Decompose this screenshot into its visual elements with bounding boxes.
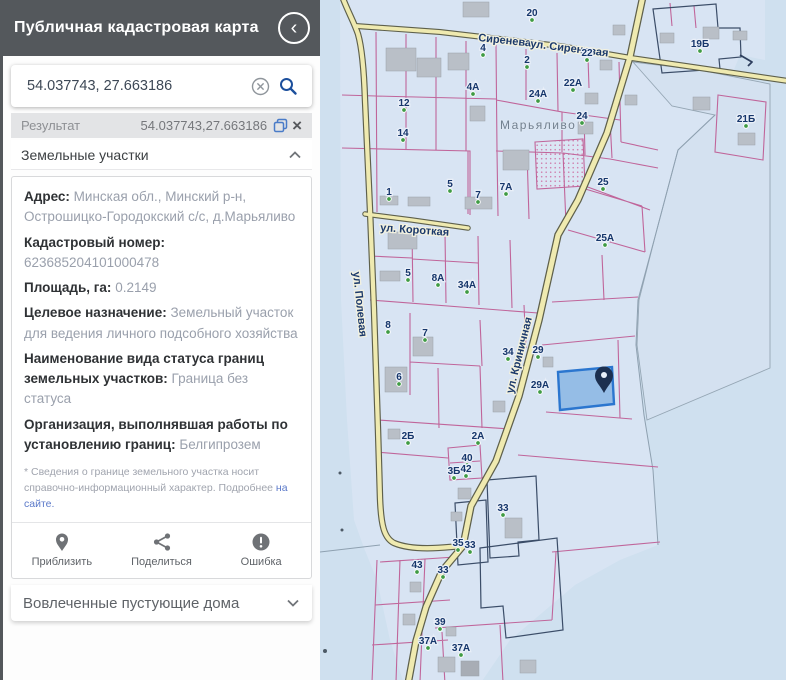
field-label: Целевое назначение: [24,305,167,320]
close-result-button[interactable]: × [290,116,304,136]
place-name-label: Марьяливо [500,118,576,132]
house-number-label: 35 [452,538,464,549]
clear-icon [251,77,270,96]
house-number-label: 25 [597,177,609,188]
hatched-parcel [535,139,585,189]
field-value: Белгипрозем [179,437,260,452]
copy-coordinates-button[interactable] [271,116,290,135]
result-label: Результат [21,118,141,133]
house-number-label: 4A [467,82,480,93]
watermark-letter: B [26,668,71,680]
house-number-label: 22 [581,48,593,59]
house-number-label: 29 [532,345,544,356]
house-number-label: 5 [447,179,453,190]
search-bar [11,65,312,107]
house-number-label: 39 [434,617,446,628]
house-number-label: 21Б [737,114,755,125]
house-number-label: 5 [405,268,411,279]
action-label: Приблизить [32,556,93,568]
house-number-label: 43 [411,560,423,571]
action-label: Поделиться [131,556,192,568]
collapse-panel-button[interactable]: ‹ [278,12,310,44]
action-label: Ошибка [241,556,282,568]
sidebar: Публичная кадастровая карта ‹ Результат … [0,0,320,680]
house-number-label: 2A [472,431,485,442]
house-number-label: 7 [475,190,481,201]
house-number-label: 4 [480,43,486,54]
search-input[interactable] [15,78,247,94]
clear-search-button[interactable] [247,73,274,100]
section-title: Земельные участки [21,147,288,163]
house-number-label: 37A [419,636,437,647]
cadastral-map-app: Публичная кадастровая карта ‹ Результат … [0,0,786,680]
parcel-details-card: Адрес: Минская обл., Минский р-н, Острош… [11,176,312,579]
chevron-down-icon [286,599,300,608]
field-value: 623685204101000478 [24,255,159,270]
house-number-label: 3Б [448,466,461,477]
house-number-label: 19Б [691,39,709,50]
footnote: * Сведения о границе земельного участка … [24,465,299,512]
house-number-label: 24 [576,111,588,122]
house-number-label: 12 [398,98,410,109]
house-number-label: 14 [397,128,409,139]
search-button[interactable] [274,72,302,100]
result-bar: Результат 54.037743,27.663186 × [11,113,312,138]
house-number-label: 7A [500,182,513,193]
house-number-label: 37A [452,643,470,654]
house-number-label: 34 [502,347,514,358]
section-land-parcels[interactable]: Земельные участки [11,140,312,170]
house-number-label: 34A [458,280,476,291]
section-vacant-houses[interactable]: Вовлеченные пустующие дома [11,585,312,621]
app-title: Публичная кадастровая карта [14,19,278,37]
house-number-label: 40 [461,453,473,464]
search-icon [278,76,298,96]
action-buttons: Приблизить Поделиться [12,522,311,578]
field-label: Кадастровый номер: [24,235,165,250]
copy-icon [273,118,288,133]
house-number-label: 8 [385,320,391,331]
house-number-label: 2 [524,55,530,66]
field-organization: Организация, выполнявшая работы по устан… [24,415,299,456]
field-purpose: Целевое назначение: Земельный участок дл… [24,303,299,344]
house-number-label: 1 [386,187,392,198]
field-cadastral-number: Кадастровый номер: 623685204101000478 [24,233,299,274]
house-number-label: 33 [497,503,509,514]
field-label: Площадь, га: [24,280,111,295]
share-button[interactable]: Поделиться [112,532,212,568]
map-container: Сиреневаяул. Сиреневаяул. Короткаяул. По… [320,0,786,680]
field-value: 0.2149 [115,280,156,295]
chevron-up-icon [288,150,302,159]
cadastral-map[interactable]: Сиреневаяул. Сиреневаяул. Короткаяул. По… [320,0,786,680]
house-number-label: 42 [460,464,472,475]
house-number-label: 20 [526,8,538,19]
house-number-label: 24A [529,89,547,100]
field-border-status: Наименование вида статуса границ земельн… [24,349,299,410]
error-icon [251,532,271,552]
house-number-label: 2Б [402,431,415,442]
pin-icon [53,532,71,552]
house-number-label: 6 [396,372,402,383]
house-number-label: 29A [531,380,549,391]
field-address: Адрес: Минская обл., Минский р-н, Острош… [24,187,299,228]
house-number-label: 22A [564,78,582,89]
share-icon [152,532,172,552]
house-number-label: 8A [432,273,445,284]
house-number-label: 33 [464,540,476,551]
beruki-watermark: BERUKI [26,667,320,680]
field-label: Адрес: [24,189,70,204]
report-error-button[interactable]: Ошибка [211,532,311,568]
section-title: Вовлеченные пустующие дома [23,595,286,612]
house-number-label: 33 [437,565,449,576]
footnote-text: * Сведения о границе земельного участка … [24,466,273,494]
sidebar-header: Публичная кадастровая карта ‹ [0,0,320,56]
field-area: Площадь, га: 0.2149 [24,278,299,298]
result-coordinates: 54.037743,27.663186 [141,118,268,133]
house-number-label: 7 [422,328,428,339]
zoom-to-button[interactable]: Приблизить [12,532,112,568]
house-number-label: 25A [596,233,614,244]
